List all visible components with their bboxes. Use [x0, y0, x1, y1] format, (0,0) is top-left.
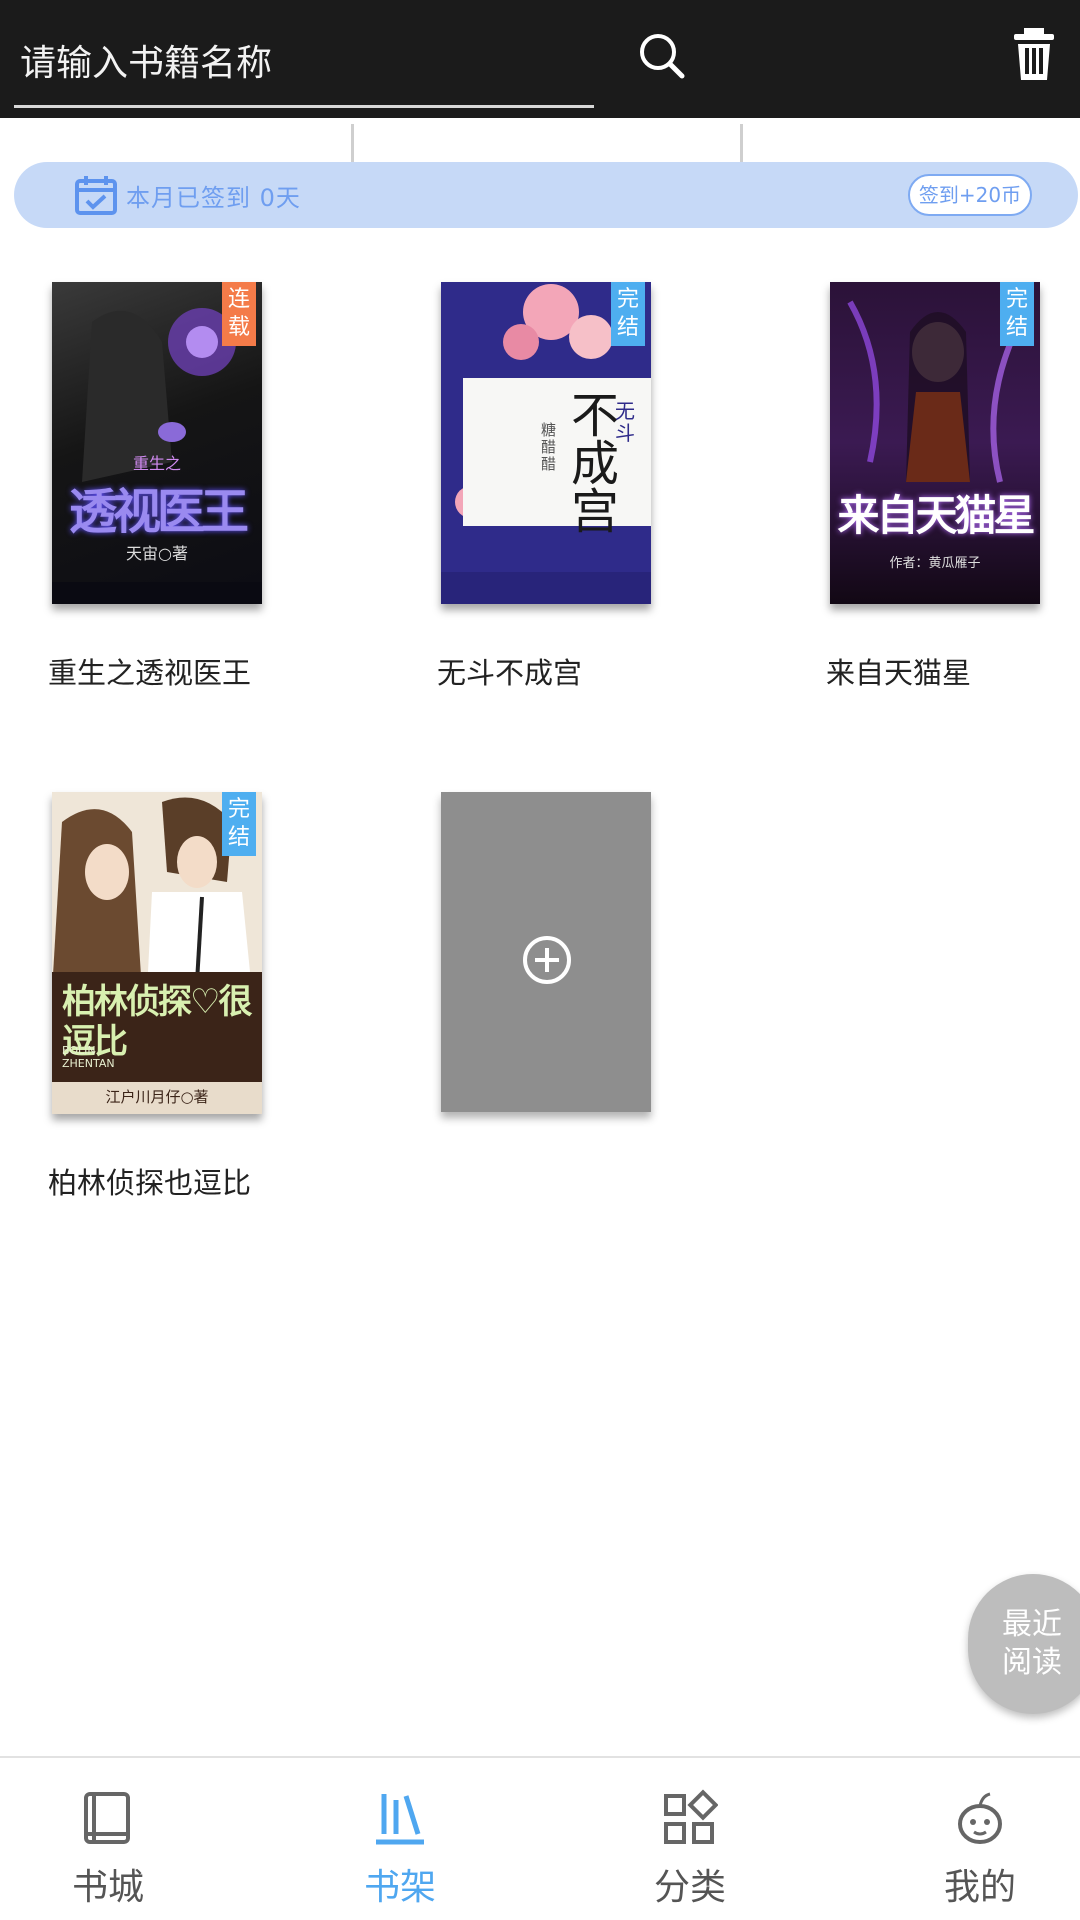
book-title[interactable]: 来自天猫星 [826, 650, 971, 692]
cover-title-art: 来自天猫星 [837, 491, 1035, 540]
book-cover[interactable]: 透视医王 重生之 天宙○著 连载 [52, 282, 262, 604]
recent-read-button[interactable]: 最近阅读 [968, 1574, 1080, 1714]
recent-read-label: 最近阅读 [1002, 1607, 1062, 1680]
cover-subtitle-art: 重生之 [132, 454, 181, 473]
book-title[interactable]: 无斗不成宫 [437, 650, 582, 692]
book-title[interactable]: 柏林侦探也逗比 [48, 1160, 251, 1202]
nav-label: 我的 [943, 1867, 1016, 1908]
nav-item-mine[interactable]: 我的 [880, 1758, 1080, 1920]
cover-author: 天宙○著 [126, 544, 188, 563]
nav-label: 分类 [653, 1867, 726, 1908]
profile-mascot-icon [952, 1788, 1008, 1848]
cover-subtitle-art: 无斗 [615, 399, 635, 445]
book-cover[interactable]: 来自天猫星 作者：黄瓜雁子 完结 [830, 282, 1040, 604]
calendar-check-icon [74, 174, 118, 216]
divider [351, 124, 354, 162]
signin-banner: 本月已签到 0天 签到+20币 [14, 162, 1078, 228]
status-badge: 完结 [611, 282, 645, 346]
status-badge: 连载 [222, 282, 256, 346]
book-title[interactable]: 重生之透视医王 [48, 650, 251, 692]
book-cover[interactable]: 柏林侦探♡很逗比 BOLIN ZHENTAN 江户川月仔○著 完结 [52, 792, 262, 1114]
nav-item-bookstore[interactable]: 书城 [8, 1758, 208, 1920]
nav-item-bookshelf[interactable]: 书架 [300, 1758, 500, 1920]
cover-author: 江户川月仔○著 [105, 1088, 209, 1106]
nav-label: 书架 [363, 1867, 436, 1908]
category-grid-icon [662, 1788, 719, 1848]
divider [740, 124, 743, 162]
add-book-button[interactable] [441, 792, 651, 1112]
status-badge: 完结 [222, 792, 256, 856]
add-circle-icon [521, 934, 573, 986]
search-icon[interactable] [632, 26, 692, 86]
signin-button[interactable]: 签到+20币 [908, 174, 1032, 216]
bookshelf-icon [372, 1788, 428, 1848]
nav-item-category[interactable]: 分类 [590, 1758, 790, 1920]
search-input[interactable] [14, 22, 594, 108]
book-cover[interactable]: 不成宫 无斗 糖醋醋 完结 [441, 282, 651, 604]
top-bar [0, 0, 1080, 118]
cover-subtitle-art: BOLIN ZHENTAN [62, 1044, 115, 1070]
bottom-nav: 书城 书架 分类 我的 [0, 1756, 1080, 1920]
trash-icon[interactable] [1010, 26, 1058, 82]
cover-author: 糖醋醋 [541, 421, 557, 473]
nav-label: 书城 [71, 1867, 144, 1908]
cover-title-art: 透视医王 [68, 484, 249, 540]
signin-status: 本月已签到 0天 [126, 184, 301, 212]
cover-title-art: 不成宫 [571, 388, 620, 540]
book-icon [80, 1788, 136, 1848]
cover-author: 作者：黄瓜雁子 [889, 556, 981, 571]
status-badge: 完结 [1000, 282, 1034, 346]
